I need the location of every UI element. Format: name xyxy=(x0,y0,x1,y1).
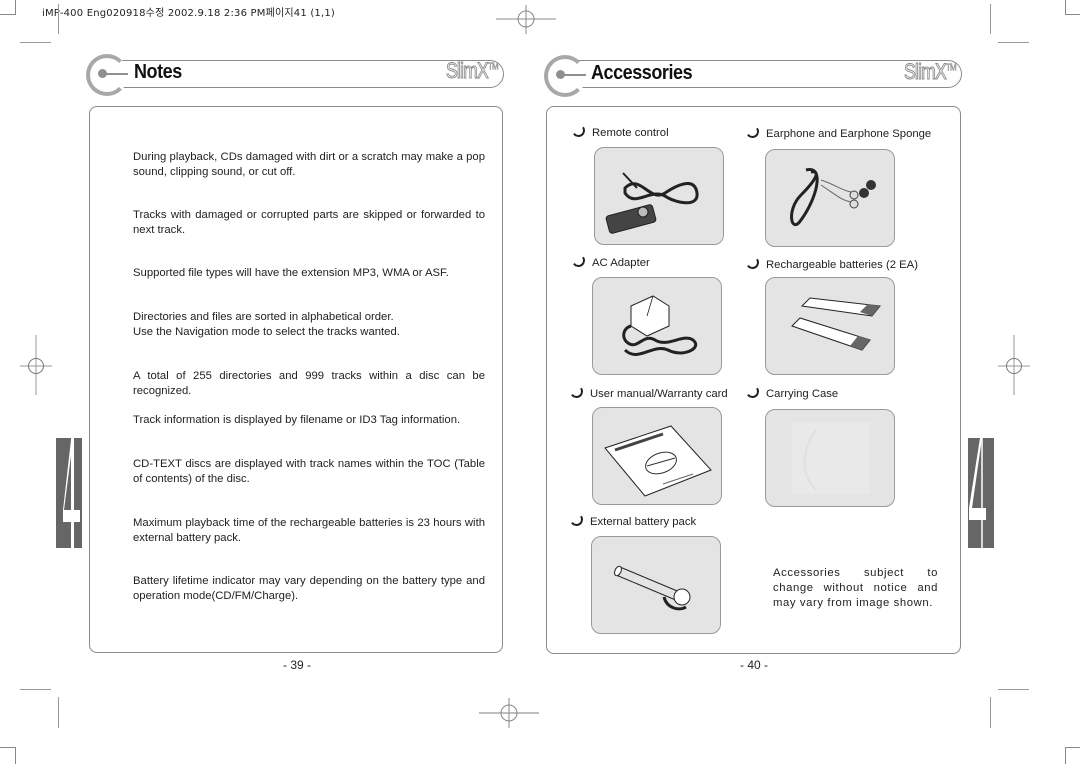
note-item: Supported file types will have the exten… xyxy=(133,267,449,279)
note-item: Battery lifetime indicator may vary depe… xyxy=(133,575,485,602)
crescent-bullet-icon xyxy=(568,511,585,528)
registration-mark-right xyxy=(998,335,1030,395)
carrying-case-image xyxy=(765,409,895,507)
registration-mark-left xyxy=(20,335,52,395)
ac-adapter-image xyxy=(592,277,722,375)
registration-mark-top xyxy=(496,5,556,34)
brand-logo: SlimXTM xyxy=(904,59,957,85)
crescent-bullet-icon xyxy=(570,122,587,139)
note-item: Tracks with damaged or corrupted parts a… xyxy=(133,209,485,236)
crescent-bullet-icon xyxy=(570,252,587,269)
brand-name: SlimX xyxy=(446,58,490,84)
accessory-label: External battery pack xyxy=(568,511,697,528)
note-item: During playback, CDs damaged with dirt o… xyxy=(133,151,485,178)
brand-logo: SlimXTM xyxy=(446,58,499,84)
print-slug: iMP-400 Eng020918수정 2002.9.18 2:36 PM페이지… xyxy=(42,8,336,19)
crescent-bullet-icon xyxy=(568,383,585,400)
crescent-bullet-icon xyxy=(744,254,761,271)
battery-pack-image xyxy=(591,536,721,634)
remote-control-image xyxy=(594,147,724,245)
note-item: A total of 255 directories and 999 track… xyxy=(133,370,485,397)
accessory-label-text: External battery pack xyxy=(590,516,697,528)
note-item: Track information is displayed by filena… xyxy=(133,414,461,426)
crescent-bullet-icon xyxy=(744,123,761,140)
crescent-bullet-icon xyxy=(744,383,761,400)
title-ring-icon xyxy=(544,55,586,97)
registration-mark-bottom xyxy=(479,698,539,728)
page-number: - 40 - xyxy=(740,658,769,672)
title-stem xyxy=(106,73,128,75)
brand-name: SlimX xyxy=(904,59,948,85)
user-manual-image xyxy=(592,407,722,505)
page-number: - 39 - xyxy=(283,658,312,672)
batteries-image xyxy=(765,277,895,375)
accessory-label: User manual/Warranty card xyxy=(568,383,728,400)
accessory-label-text: Remote control xyxy=(592,127,669,139)
note-item: Directories and files are sorted in alph… xyxy=(133,311,400,338)
page-title: Notes xyxy=(134,61,182,83)
page-title: Accessories xyxy=(591,62,693,84)
accessory-label: Earphone and Earphone Sponge xyxy=(744,123,932,140)
note-item: Maximum playback time of the rechargeabl… xyxy=(133,517,485,544)
accessory-label-text: Carrying Case xyxy=(766,388,839,400)
title-ring-icon xyxy=(86,54,128,96)
accessory-label-text: Rechargeable batteries (2 EA) xyxy=(766,259,918,271)
brand-tm: TM xyxy=(488,61,499,73)
earphone-image xyxy=(765,149,895,247)
brand-tm: TM xyxy=(946,62,957,74)
accessory-label: Carrying Case xyxy=(744,383,839,400)
chapter-tab-4 xyxy=(56,438,82,548)
accessory-label-text: Earphone and Earphone Sponge xyxy=(766,128,932,140)
accessory-label: AC Adapter xyxy=(570,252,650,269)
accessory-label-text: User manual/Warranty card xyxy=(590,388,728,400)
accessory-label: Rechargeable batteries (2 EA) xyxy=(744,254,918,271)
accessory-label-text: AC Adapter xyxy=(592,257,650,269)
accessory-label: Remote control xyxy=(570,122,669,139)
disclaimer-text: Accessories subject to change without no… xyxy=(773,567,938,609)
title-stem xyxy=(564,74,586,76)
chapter-tab-4 xyxy=(968,438,994,548)
note-item: CD-TEXT discs are displayed with track n… xyxy=(133,458,485,485)
